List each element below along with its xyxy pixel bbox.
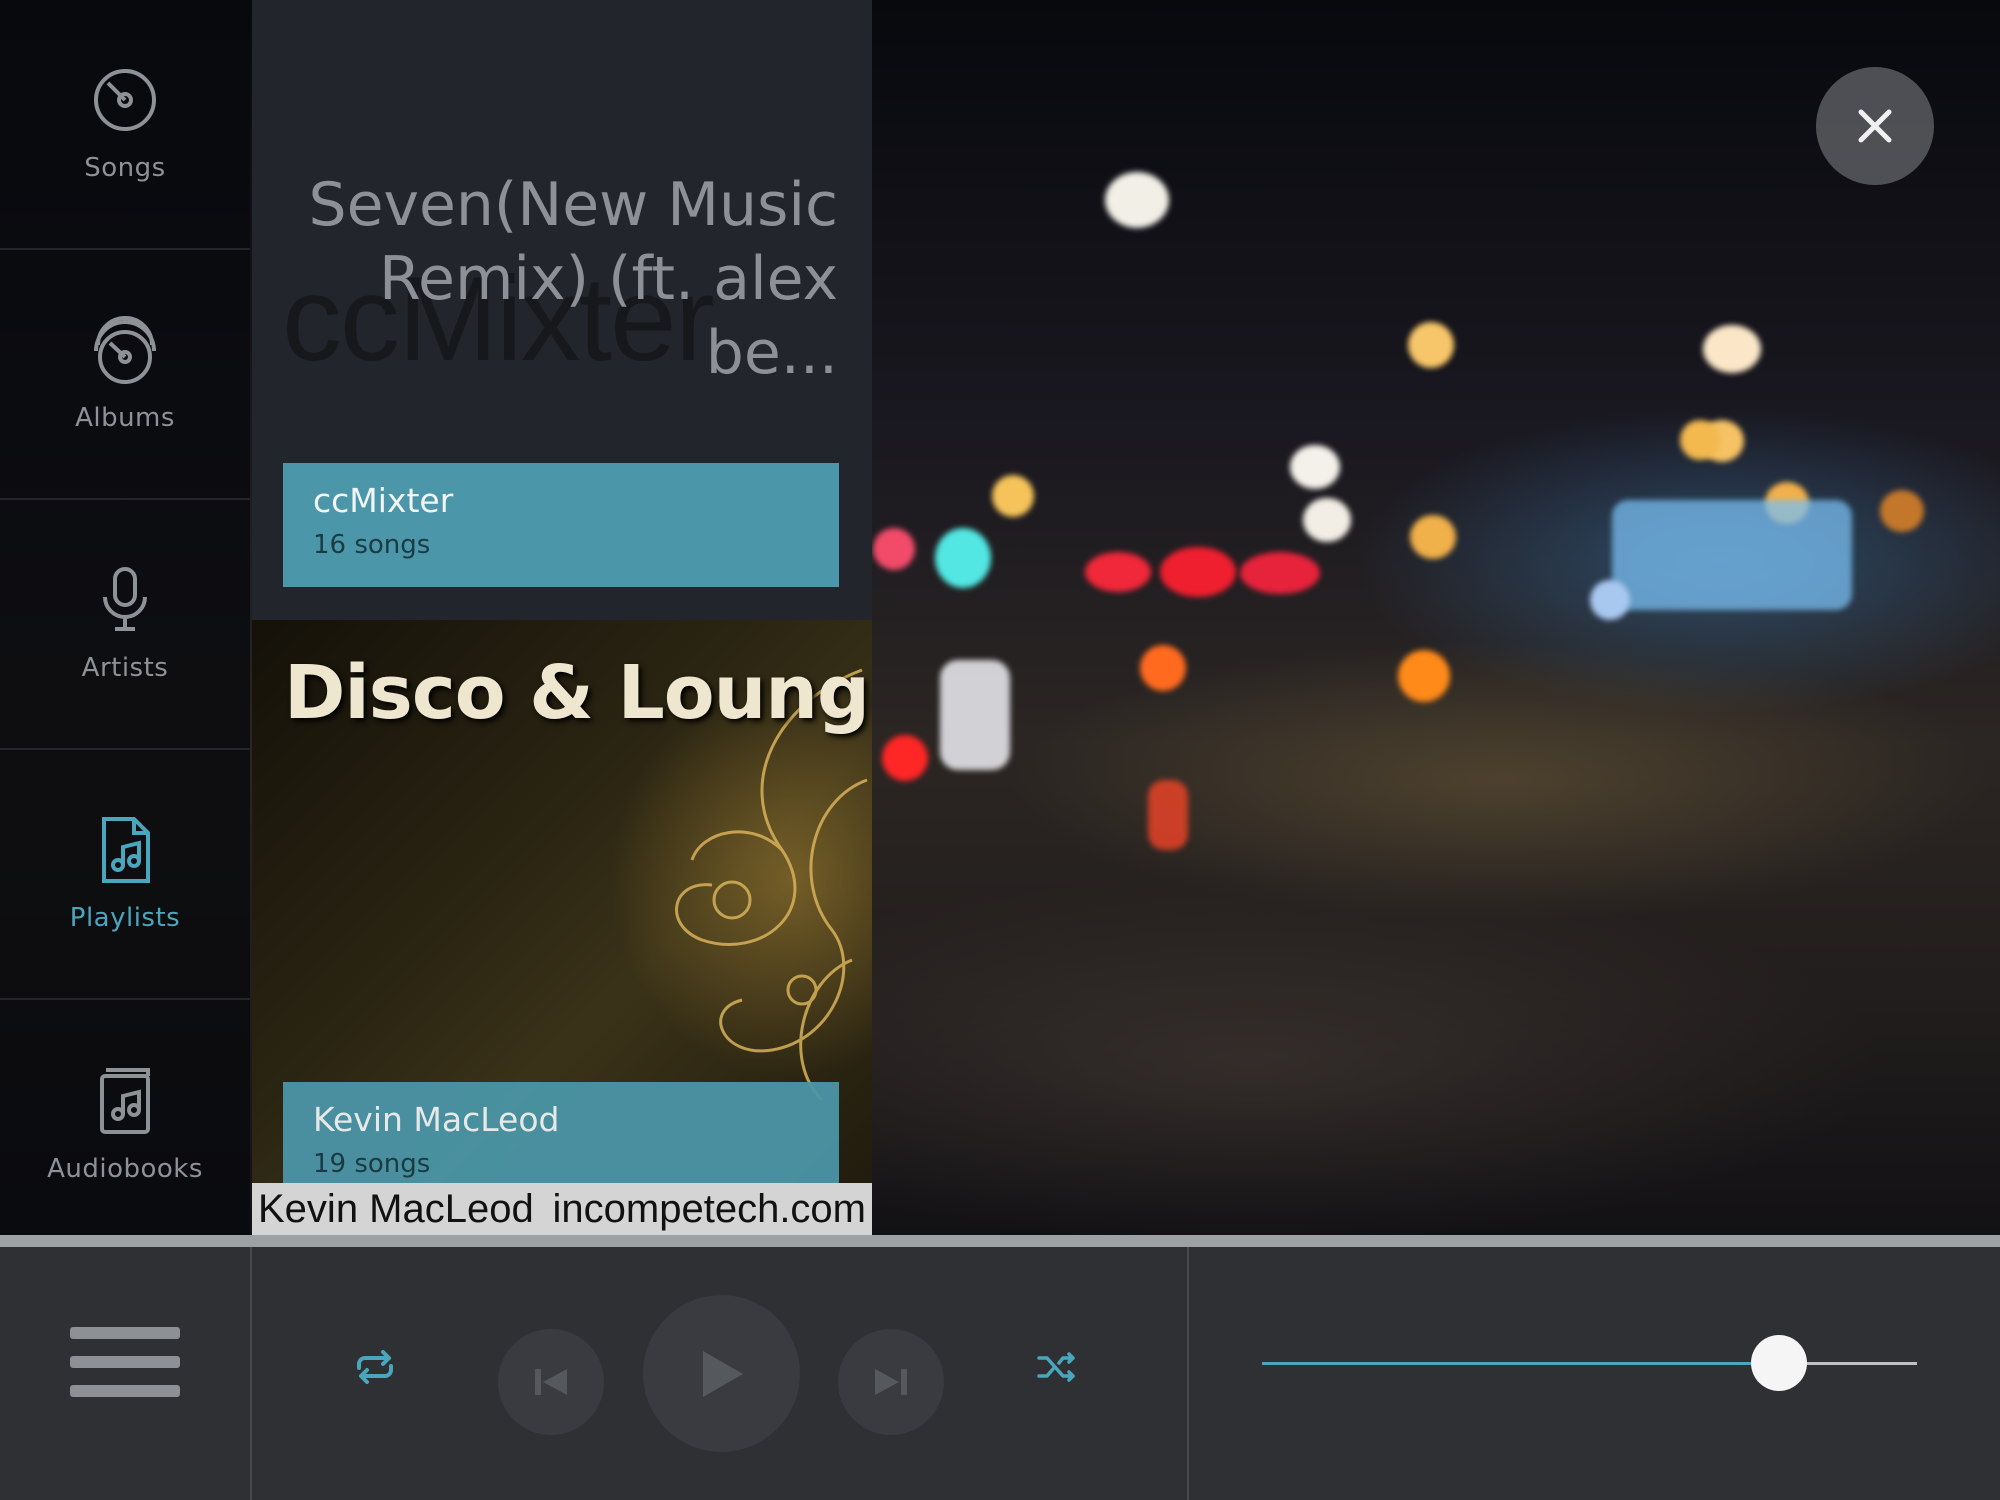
nav-item-label: Playlists [69,903,181,933]
repeat-icon [357,1350,393,1384]
menu-icon-line [70,1327,180,1339]
player-bar [0,1235,2000,1500]
album-website-credit: incompetech.com [552,1186,866,1231]
library-nav: Songs Albums Artists Playlists Audiobook… [0,0,250,1235]
skip-next-icon [875,1369,907,1395]
seek-slider[interactable] [1262,1335,1917,1391]
shuffle-icon [1037,1352,1075,1382]
nav-item-label: Audiobooks [47,1154,203,1184]
album-art[interactable]: Disco & Lounge Kevin MacLeod 19 songs Ke… [252,620,872,1235]
nav-item-label: Artists [81,653,169,683]
now-playing-title: Seven(New Music Remix) (ft. alex be... [308,170,838,388]
play-icon [702,1350,743,1397]
nav-item-artists[interactable]: Artists [0,500,250,750]
repeat-button[interactable] [340,1332,410,1402]
seek-progress [1262,1362,1780,1365]
playlist-name: ccMixter [313,481,454,520]
microphone-icon [103,567,147,631]
bar-divider [250,1247,252,1500]
close-button[interactable] [1816,67,1934,185]
close-icon [1858,109,1892,143]
playlist-song-count: 19 songs [313,1149,431,1179]
previous-button[interactable] [498,1329,604,1435]
shuffle-button[interactable] [1022,1332,1092,1402]
discs-stack-icon [94,316,156,384]
audiobook-icon [100,1068,150,1134]
nav-item-playlists[interactable]: Playlists [0,750,250,1000]
nav-item-label: Albums [75,403,175,433]
menu-button[interactable] [70,1327,180,1417]
bar-divider [1187,1247,1189,1500]
playlist-song-count: 16 songs [313,530,431,560]
album-title: Disco & Lounge [284,650,872,736]
nav-item-albums[interactable]: Albums [0,250,250,500]
nav-item-audiobooks[interactable]: Audiobooks [0,1000,250,1250]
next-button[interactable] [838,1329,944,1435]
skip-previous-icon [535,1369,567,1395]
disc-icon [94,69,156,131]
playlist-file-icon [102,817,150,883]
play-button[interactable] [643,1295,800,1452]
playlist-panel: ccMixter Seven(New Music Remix) (ft. ale… [252,0,872,1235]
nav-item-label: Songs [84,153,166,183]
menu-icon-line [70,1356,180,1368]
playlist-name: Kevin MacLeod [313,1100,560,1139]
nav-item-songs[interactable]: Songs [0,0,250,250]
playlist-card-ccmixter[interactable]: ccMixter 16 songs [283,463,839,587]
album-artist-credit: Kevin MacLeod [258,1186,534,1231]
album-art-footer: Kevin MacLeod incompetech.com [252,1183,872,1235]
menu-icon-line [70,1385,180,1397]
